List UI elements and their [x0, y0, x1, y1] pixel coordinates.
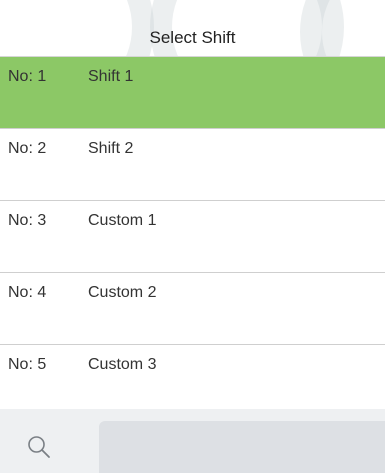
shift-row-text: No: 1 Shift 1 [8, 68, 133, 86]
shift-row-text: No: 4 Custom 2 [8, 284, 156, 302]
select-shift-screen: Select Shift No: 1 Shift 1 No: 2 Shift 2 N… [0, 0, 385, 473]
shift-name: Custom 1 [88, 212, 157, 229]
search-icon[interactable] [27, 435, 51, 459]
shift-row-text: No: 5 Custom 3 [8, 356, 156, 374]
search-icon-graphic [28, 436, 50, 458]
shift-row[interactable]: No: 5 Custom 3 [0, 345, 385, 417]
shift-name: Custom 3 [88, 356, 157, 373]
shift-row[interactable]: No: 4 Custom 2 [0, 273, 385, 345]
shift-list: No: 1 Shift 1 No: 2 Shift 2 No: 3 Custom 1 … [0, 57, 385, 417]
shift-number: No: 3 [8, 212, 47, 229]
shift-number: No: 1 [8, 68, 47, 85]
shift-number: No: 4 [8, 284, 47, 301]
shift-name: Custom 2 [88, 284, 157, 301]
page-title: Select Shift [149, 28, 236, 47]
shift-name: Shift 1 [88, 68, 134, 85]
shift-row[interactable]: No: 2 Shift 2 [0, 129, 385, 201]
shift-name: Shift 2 [88, 140, 134, 157]
shift-number: No: 5 [8, 356, 47, 373]
shift-row[interactable]: No: 3 Custom 1 [0, 201, 385, 273]
shift-row[interactable]: No: 1 Shift 1 [0, 57, 385, 129]
search-bar [0, 409, 385, 473]
shift-number: No: 2 [8, 140, 47, 157]
shift-row-text: No: 3 Custom 1 [8, 212, 156, 230]
header-bar: Select Shift [0, 0, 385, 57]
search-input[interactable] [99, 421, 385, 473]
shift-row-text: No: 2 Shift 2 [8, 140, 133, 158]
